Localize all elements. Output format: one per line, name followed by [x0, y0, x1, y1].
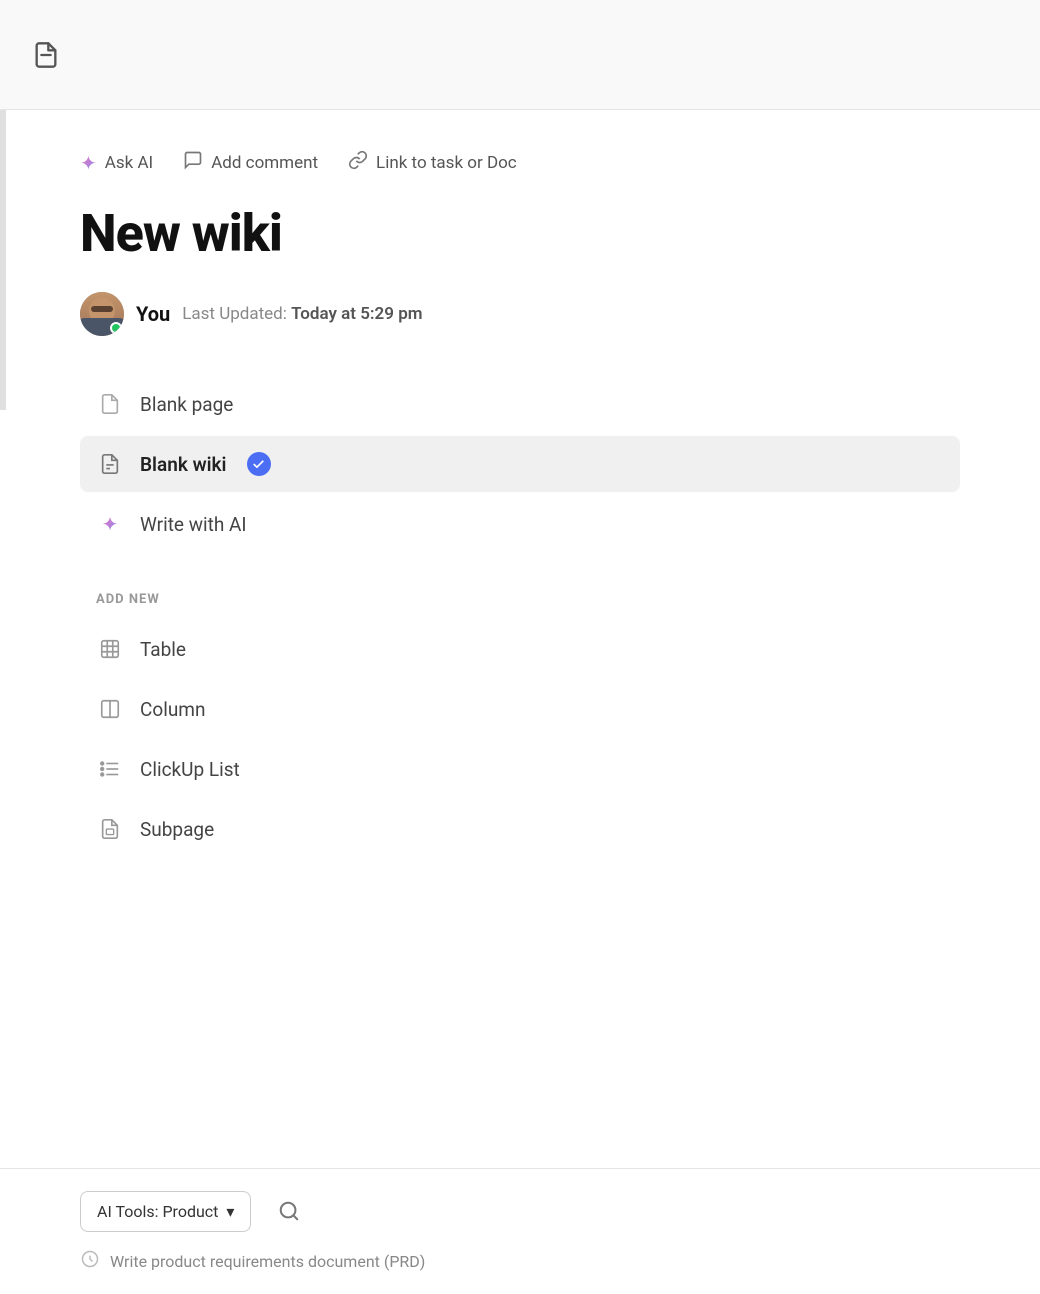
search-button[interactable]	[267, 1189, 311, 1233]
author-name: You	[136, 302, 170, 326]
wiki-icon	[96, 450, 124, 478]
blank-page-label: Blank page	[140, 393, 233, 416]
bottom-toolbar: AI Tools: Product ▾	[80, 1189, 311, 1233]
online-indicator	[110, 322, 122, 334]
suggestion-icon	[80, 1249, 100, 1274]
author-row: You Last Updated: Today at 5:29 pm	[80, 292, 960, 336]
ai-sparkle-icon: ✦	[96, 510, 124, 538]
add-new-clickup-list[interactable]: ClickUp List	[80, 741, 960, 797]
add-new-section: ADD NEW Table	[80, 592, 960, 857]
add-new-label: ADD NEW	[80, 592, 960, 607]
link-icon	[348, 150, 368, 175]
left-border	[0, 110, 6, 410]
doc-icon[interactable]	[28, 37, 64, 73]
avatar	[80, 292, 124, 336]
ask-ai-label: Ask AI	[105, 153, 153, 173]
suggestion-text: Write product requirements document (PRD…	[110, 1252, 425, 1271]
option-blank-page[interactable]: Blank page	[80, 376, 960, 432]
link-label: Link to task or Doc	[376, 153, 517, 173]
column-label: Column	[140, 698, 205, 721]
option-blank-wiki[interactable]: Blank wiki	[80, 436, 960, 492]
table-icon	[96, 635, 124, 663]
verified-badge	[247, 452, 271, 476]
column-icon	[96, 695, 124, 723]
page-title: New wiki	[80, 203, 960, 264]
main-content: ✦ Ask AI Add comment Link to task or Doc…	[0, 110, 1040, 897]
blank-wiki-label: Blank wiki	[140, 453, 227, 476]
add-new-items: Table Column	[80, 621, 960, 857]
link-button[interactable]: Link to task or Doc	[348, 150, 517, 175]
clickup-list-label: ClickUp List	[140, 758, 240, 781]
table-label: Table	[140, 638, 186, 661]
bottom-suggestion[interactable]: Write product requirements document (PRD…	[80, 1249, 425, 1274]
write-with-ai-label: Write with AI	[140, 513, 247, 536]
last-updated: Last Updated: Today at 5:29 pm	[182, 304, 422, 324]
sparkle-icon: ✦	[80, 151, 97, 175]
page-icon	[96, 390, 124, 418]
add-new-subpage[interactable]: Subpage	[80, 801, 960, 857]
bottom-bar: AI Tools: Product ▾ Write product requir…	[0, 1168, 1040, 1294]
template-options: Blank page Blank wiki	[80, 376, 960, 552]
subpage-icon	[96, 815, 124, 843]
ask-ai-button[interactable]: ✦ Ask AI	[80, 151, 153, 175]
comment-icon	[183, 150, 203, 175]
add-new-column[interactable]: Column	[80, 681, 960, 737]
top-bar	[0, 0, 1040, 110]
option-write-with-ai[interactable]: ✦ Write with AI	[80, 496, 960, 552]
add-new-table[interactable]: Table	[80, 621, 960, 677]
ai-tools-dropdown[interactable]: AI Tools: Product ▾	[80, 1191, 251, 1232]
add-comment-label: Add comment	[211, 153, 318, 173]
subpage-label: Subpage	[140, 818, 214, 841]
toolbar: ✦ Ask AI Add comment Link to task or Doc	[80, 150, 960, 175]
list-icon	[96, 755, 124, 783]
ai-tools-label: AI Tools: Product	[97, 1202, 218, 1221]
chevron-down-icon: ▾	[226, 1202, 234, 1221]
add-comment-button[interactable]: Add comment	[183, 150, 318, 175]
